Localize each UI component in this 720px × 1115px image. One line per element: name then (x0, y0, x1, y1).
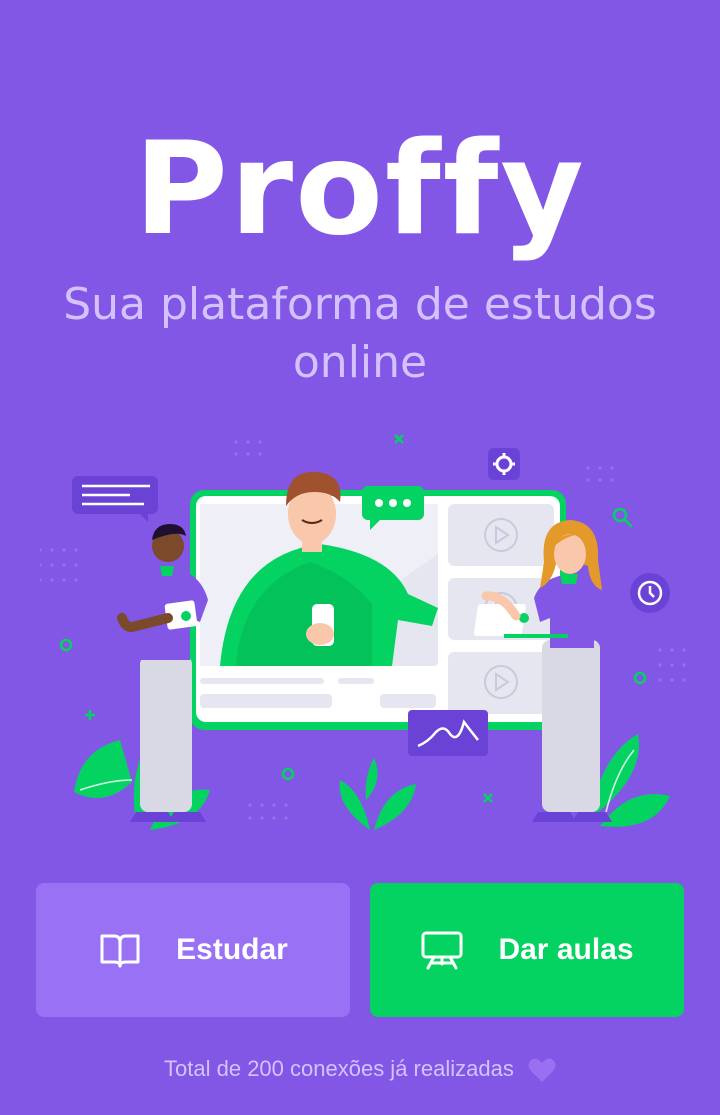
teach-button[interactable]: Dar aulas (370, 883, 684, 1017)
app-subtitle: Sua plataforma de estudos online (63, 279, 657, 388)
landing-illustration (40, 434, 686, 830)
study-button[interactable]: Estudar (36, 883, 350, 1017)
connections-info: Total de 200 conexões já realizadas (0, 1056, 720, 1083)
heart-icon (528, 1058, 556, 1083)
book-open-icon (100, 934, 140, 968)
study-button-label: Estudar (176, 933, 288, 966)
connections-text: Total de 200 conexões já realizadas (164, 1056, 514, 1081)
app-logo: Proffy (134, 115, 586, 264)
teach-button-label: Dar aulas (498, 933, 634, 966)
presentation-board-icon (421, 931, 463, 970)
